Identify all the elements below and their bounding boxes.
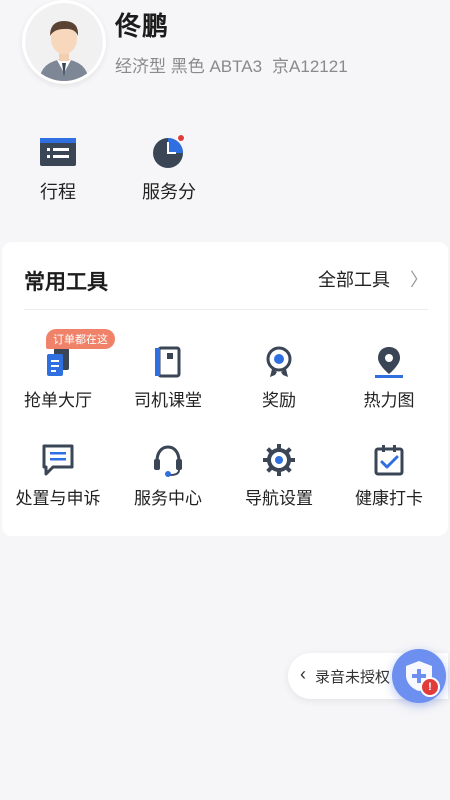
message-icon <box>42 444 74 476</box>
calendar-check-icon <box>374 445 404 476</box>
itinerary-icon <box>40 138 76 166</box>
tool-heatmap-label: 热力图 <box>363 391 415 410</box>
tool-navigation-settings-label: 导航设置 <box>245 489 313 508</box>
tool-rewards-label: 奖励 <box>262 391 296 410</box>
quick-actions: 行程 服务分 <box>0 132 450 212</box>
section-title: 常用工具 <box>24 271 108 294</box>
book-icon <box>155 346 181 378</box>
tool-driver-class-label: 司机课堂 <box>134 391 202 410</box>
vehicle-info: 经济型 黑色 ABTA3 京A12121 <box>115 52 348 77</box>
quick-itinerary-label: 行程 <box>40 182 76 202</box>
headset-icon <box>154 445 182 477</box>
chevron-right-icon: 〉 <box>410 270 428 290</box>
divider <box>24 309 428 310</box>
quick-service-score[interactable]: 服务分 <box>129 132 209 204</box>
tool-rewards[interactable]: 奖励 <box>224 345 334 411</box>
common-tools-card: 常用工具 全部工具〉 抢单大厅 司机课堂 奖励 热力图 处置与申诉 服务中心 导… <box>2 242 448 536</box>
tool-complaint-label: 处置与申诉 <box>15 489 101 508</box>
tool-order-hall-label: 抢单大厅 <box>24 391 92 410</box>
avatar[interactable] <box>22 0 106 84</box>
tool-complaint[interactable]: 处置与申诉 <box>3 443 113 509</box>
gear-icon <box>263 444 295 476</box>
tool-health-checkin[interactable]: 健康打卡 <box>334 443 444 509</box>
license-plate: 京A12121 <box>272 57 348 76</box>
profile-header: 佟鹏 经济型 黑色 ABTA3 京A12121 <box>0 0 450 100</box>
quick-service-score-label: 服务分 <box>142 182 196 202</box>
recording-unauthorized-label: 录音未授权 <box>315 669 391 686</box>
quick-itinerary[interactable]: 行程 <box>18 132 98 204</box>
tool-driver-class[interactable]: 司机课堂 <box>113 345 223 411</box>
all-tools-label: 全部工具 <box>318 270 390 290</box>
order-hall-icon <box>47 348 69 376</box>
medal-icon <box>266 346 292 377</box>
chevron-left-icon: ‹ <box>300 664 306 684</box>
tool-service-center-label: 服务中心 <box>134 489 202 508</box>
service-score-icon <box>153 134 185 168</box>
order-hall-badge: 订单都在这 <box>46 329 115 349</box>
map-pin-icon <box>375 347 403 378</box>
tool-health-checkin-label: 健康打卡 <box>355 489 423 508</box>
tool-navigation-settings[interactable]: 导航设置 <box>224 443 334 509</box>
tool-order-hall[interactable]: 抢单大厅 <box>3 345 113 411</box>
driver-avatar-icon <box>25 3 103 81</box>
driver-name: 佟鹏 <box>115 11 170 41</box>
tool-service-center[interactable]: 服务中心 <box>113 443 223 509</box>
safety-shield-button[interactable] <box>392 649 446 703</box>
alert-badge: ! <box>420 677 440 697</box>
vehicle-description: 经济型 黑色 ABTA3 <box>115 57 263 76</box>
tool-heatmap[interactable]: 热力图 <box>334 345 444 411</box>
all-tools-link[interactable]: 全部工具〉 <box>318 266 428 292</box>
